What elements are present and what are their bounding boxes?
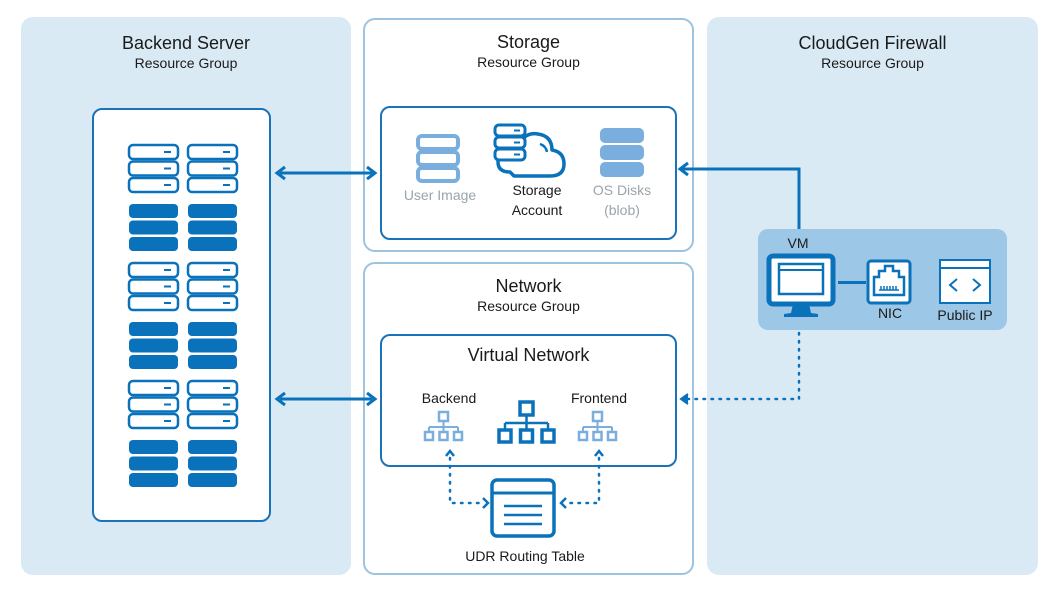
firewall-group-title: CloudGen Firewall [798,33,947,53]
server-block [129,220,178,235]
server-block [129,204,178,218]
nic-icon [866,259,912,305]
server-block [129,355,178,369]
network-group-subtitle: Resource Group [477,298,580,314]
server-block [188,473,237,487]
server-block [188,237,237,251]
server-block [188,355,237,369]
storage-group-title: Storage [496,32,561,52]
virtual-network-title: Virtual Network [467,345,590,365]
udr-routing-table-label: UDR Routing Table [465,548,585,564]
firewall-group-subtitle: Resource Group [821,55,924,71]
routing-table-icon [490,478,556,538]
backend-group-subtitle: Resource Group [134,55,238,71]
vnet-topology-icon [497,400,556,444]
server-block [129,322,178,336]
os-disks-label-line2: (blob) [604,202,640,218]
virtual-network-box: Virtual Network Backend Frontend [380,334,677,467]
server-block [188,440,237,454]
vm-monitor-icon [766,253,836,317]
server-rack-box [92,108,271,522]
storage-group-subtitle: Resource Group [477,54,580,70]
public-ip-icon [939,259,991,304]
user-image-label: User Image [403,187,477,203]
server-block [188,204,237,218]
public-ip-label: Public IP [937,307,993,323]
storage-inner-box: User Image Storage Account OS Disks (blo… [380,106,677,240]
server-block [129,338,178,353]
nic-label: NIC [877,305,903,321]
disk-stack-icon [600,128,644,177]
server-block [129,237,178,251]
vm-label: VM [787,235,809,251]
backend-subnet-icon [423,410,464,442]
server-block [188,338,237,353]
backend-subnet-label: Backend [421,390,477,406]
server-block [188,220,237,235]
vm-nic-link [838,281,866,284]
frontend-subnet-icon [577,410,618,442]
server-block [129,440,178,454]
server-block [129,456,178,471]
server-rack [127,143,239,487]
os-disks-label-line1: OS Disks [592,182,652,198]
server-block [129,473,178,487]
server-block [188,322,237,336]
network-group-title: Network [495,276,562,296]
backend-group-title: Backend Server [121,33,251,53]
vm-panel: VM NIC Public IP [758,229,1007,330]
server-block [188,456,237,471]
database-icon [416,134,460,183]
